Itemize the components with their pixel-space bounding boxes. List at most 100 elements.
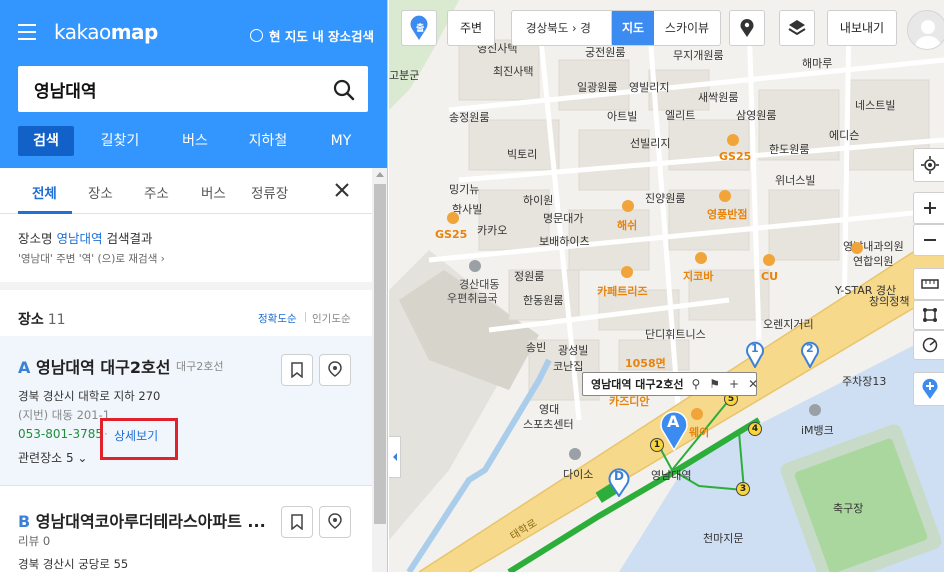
hospital-poi-icon[interactable] bbox=[851, 242, 863, 254]
view-map-button[interactable]: 지도 bbox=[612, 11, 654, 45]
store-poi-icon[interactable] bbox=[569, 448, 581, 460]
result-prefix: 장소명 bbox=[18, 231, 57, 246]
map-label: 광성빌 bbox=[558, 344, 589, 357]
place-a-marker[interactable]: A bbox=[659, 409, 689, 452]
post-office-poi-icon[interactable] bbox=[469, 260, 481, 272]
close-icon[interactable]: ✕ bbox=[748, 377, 758, 391]
sort-popular[interactable]: 인기도순 bbox=[312, 311, 351, 326]
filter-tab-bus[interactable]: 버스 bbox=[201, 182, 226, 202]
start-point-button[interactable]: 출 bbox=[401, 10, 437, 46]
add-location-button[interactable] bbox=[913, 372, 944, 406]
place-phone[interactable]: 053-801-3785 bbox=[18, 427, 103, 441]
tab-my[interactable]: MY bbox=[312, 126, 370, 156]
map-label: 주차장13 bbox=[842, 375, 887, 388]
map-label: 고분군 bbox=[389, 69, 420, 82]
scope-search-toggle[interactable]: 현 지도 내 장소검색 bbox=[250, 26, 374, 45]
scroll-thumb[interactable] bbox=[374, 184, 386, 524]
route-flag-icon[interactable]: ⚑ bbox=[709, 377, 720, 391]
collapse-panel-button[interactable] bbox=[389, 436, 401, 478]
bookmark-button[interactable] bbox=[281, 354, 313, 386]
place-title[interactable]: A 영남대역 대구2호선 bbox=[18, 354, 170, 378]
map-label: 한도원룸 bbox=[769, 143, 810, 156]
tab-subway[interactable]: 지하철 bbox=[224, 126, 312, 156]
filter-tab-all[interactable]: 전체 bbox=[32, 182, 57, 202]
sort-accuracy[interactable]: 정확도순 bbox=[258, 311, 297, 326]
radius-button[interactable] bbox=[913, 330, 944, 360]
roadview-button[interactable] bbox=[319, 506, 351, 538]
roadview-pin-icon bbox=[328, 513, 342, 529]
place-name: 영남대역코아루더테라스아파트 ... bbox=[35, 512, 266, 531]
map-label: 최진사택 bbox=[493, 65, 534, 78]
roadview-button[interactable] bbox=[319, 354, 351, 386]
area-measure-button[interactable] bbox=[913, 300, 944, 330]
hamburger-menu-icon[interactable] bbox=[18, 24, 36, 40]
tab-directions[interactable]: 길찾기 bbox=[74, 126, 166, 156]
filter-tab-place[interactable]: 장소 bbox=[88, 182, 113, 202]
ruler-button[interactable] bbox=[913, 268, 944, 300]
related-places-toggle[interactable]: 관련장소 5 ⌄ bbox=[18, 449, 87, 466]
zoom-out-button[interactable] bbox=[913, 224, 944, 256]
result-scrollbar[interactable] bbox=[372, 168, 387, 572]
result-filter-tabs: 전체 장소 주소 버스 정류장 bbox=[0, 168, 372, 214]
zoom-in-button[interactable] bbox=[913, 192, 944, 224]
bookmark-icon bbox=[291, 514, 303, 530]
tab-search[interactable]: 검색 bbox=[18, 126, 74, 156]
exit-2-marker[interactable]: 2 bbox=[800, 340, 820, 370]
export-button[interactable]: 내보내기 bbox=[827, 10, 897, 46]
store-poi-icon[interactable] bbox=[447, 212, 459, 224]
bank-poi-icon[interactable] bbox=[809, 404, 821, 416]
view-skyview-button[interactable]: 스카이뷰 bbox=[654, 11, 720, 45]
map-canvas[interactable]: 영신사택 최진사택 궁전원룸 무지개원룸 해마루 고분군 일광원룸 영빌리지 새… bbox=[389, 0, 944, 572]
exit-1-marker[interactable]: 1 bbox=[745, 340, 765, 370]
place-name: 영남대역 대구2호선 bbox=[35, 358, 171, 377]
restaurant-poi-icon[interactable] bbox=[695, 252, 707, 264]
my-location-button[interactable] bbox=[913, 148, 944, 182]
place-review: 리뷰 0 bbox=[18, 534, 51, 548]
search-icon[interactable] bbox=[332, 78, 356, 102]
place-item[interactable]: B 영남대역코아루더테라스아파트 ... 리뷰 0 경북 경산시 궁당로 55 bbox=[0, 496, 372, 572]
map-label: 웨이 bbox=[689, 426, 710, 439]
restaurant-poi-icon[interactable] bbox=[691, 408, 703, 420]
map-label: 엘리트 bbox=[665, 109, 696, 122]
place-infowindow[interactable]: 영남대역 대구2호선 ⚲ ⚑ + ✕ bbox=[582, 372, 758, 396]
tab-bus[interactable]: 버스 bbox=[166, 126, 224, 156]
places-count: 11 bbox=[47, 312, 66, 328]
store-poi-icon[interactable] bbox=[763, 254, 775, 266]
bookmark-icon bbox=[291, 362, 303, 378]
restaurant-poi-icon[interactable] bbox=[622, 200, 634, 212]
scroll-up-arrow-icon[interactable] bbox=[376, 172, 384, 177]
filter-tab-stop[interactable]: 정류장 bbox=[251, 182, 288, 202]
place-d-marker[interactable]: D bbox=[608, 467, 630, 498]
place-item[interactable]: A 영남대역 대구2호선 대구2호선 경북 경산시 대학로 지하 270 (지번… bbox=[0, 336, 372, 486]
search-box bbox=[18, 66, 368, 112]
map-label: 위너스빌 bbox=[775, 174, 816, 187]
cafe-poi-icon[interactable] bbox=[727, 134, 739, 146]
bookmark-button[interactable] bbox=[281, 506, 313, 538]
map-label: GS25 bbox=[719, 150, 752, 163]
cafe-poi-icon[interactable] bbox=[621, 266, 633, 278]
map-label: 명문대가 bbox=[543, 212, 584, 225]
station-exit-badge[interactable]: 4 bbox=[748, 422, 762, 436]
map-label: 오렌지거리 bbox=[763, 318, 814, 331]
restaurant-poi-icon[interactable] bbox=[719, 190, 731, 202]
place-title[interactable]: B 영남대역코아루더테라스아파트 ... bbox=[18, 508, 266, 532]
marker-letter: D bbox=[614, 469, 624, 483]
close-icon[interactable] bbox=[332, 180, 352, 200]
layers-button[interactable] bbox=[779, 10, 815, 46]
add-icon[interactable]: + bbox=[729, 377, 739, 391]
research-link[interactable]: '영남대' 주변 '역' (으)로 재검색 › bbox=[18, 251, 165, 266]
station-exit-badge[interactable]: 3 bbox=[736, 482, 750, 496]
start-label: 출 bbox=[416, 24, 425, 34]
roadview-pin-icon[interactable]: ⚲ bbox=[691, 377, 700, 391]
plus-icon bbox=[924, 202, 936, 214]
avatar[interactable] bbox=[907, 10, 944, 50]
map-label: 영풍반점 bbox=[707, 208, 748, 221]
filter-tab-address[interactable]: 주소 bbox=[144, 182, 169, 202]
place-jibun: (지번) 대동 201-1 bbox=[18, 408, 111, 422]
search-input[interactable] bbox=[34, 76, 324, 102]
scope-search-label: 현 지도 내 장소검색 bbox=[269, 29, 375, 44]
roadview-toggle-button[interactable] bbox=[729, 10, 765, 46]
nearby-button[interactable]: 주변 bbox=[447, 10, 495, 46]
infowindow-title: 영남대역 대구2호선 bbox=[591, 378, 684, 391]
map-label: 하이원 bbox=[523, 194, 554, 207]
